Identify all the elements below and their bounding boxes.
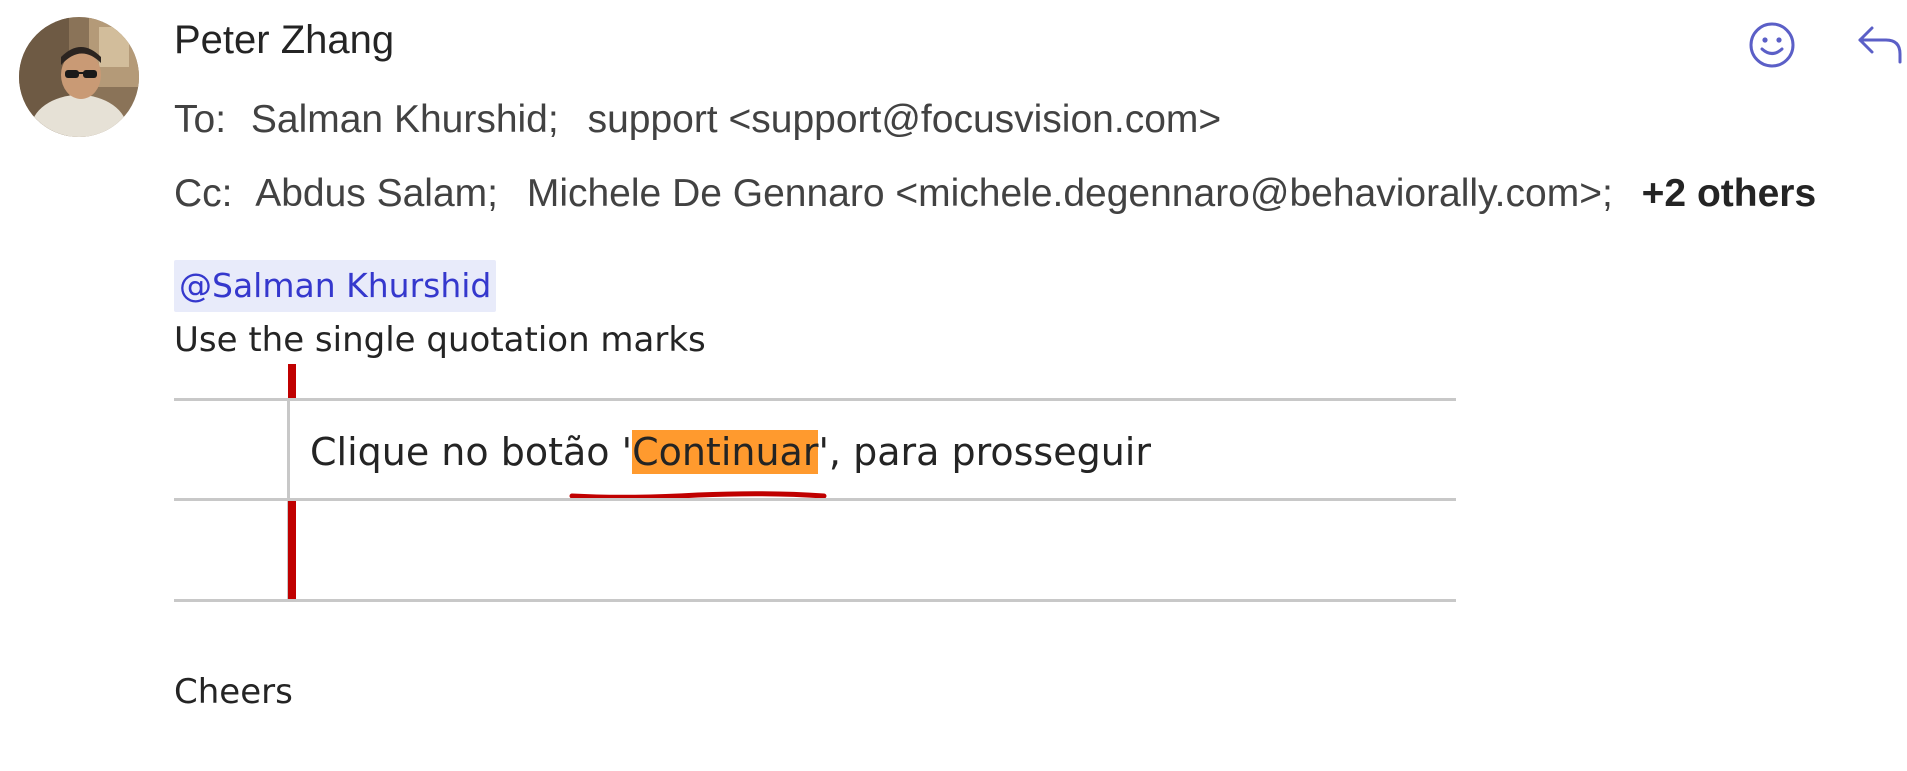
reply-arrow-icon [1858,26,1902,64]
sender-avatar[interactable] [19,17,139,137]
annotation-red-bar-bottom [288,501,296,601]
smiley-icon [1749,22,1795,68]
highlighted-word: Continuar [632,430,819,474]
instruction-text: Use the single quotation marks [174,320,706,360]
table-border-top [174,398,1456,401]
cc-more-recipients-link[interactable]: +2 others [1642,172,1817,215]
to-recipient[interactable]: support <support@focusvision.com> [588,98,1222,141]
signoff-text: Cheers [174,672,293,712]
mention-tag[interactable]: @Salman Khurshid [174,260,497,312]
cc-label: Cc: [174,172,233,215]
sender-name[interactable]: Peter Zhang [174,14,394,66]
to-label: To: [174,98,227,141]
table-cell-text: Clique no botão 'Continuar', para prosse… [310,426,1151,478]
cell-text-after: ', para prosseguir [818,430,1151,474]
annotation-red-bar-top [288,364,296,400]
pasted-text-table: Clique no botão 'Continuar', para prosse… [174,364,1456,602]
table-row-divider [174,498,1456,501]
cc-recipient[interactable]: Abdus Salam; [255,172,498,215]
to-recipients-line: To: Salman Khurshid; support <support@fo… [174,94,1221,146]
cc-recipient[interactable]: Michele De Gennaro <michele.degennaro@be… [527,172,1613,215]
to-recipient[interactable]: Salman Khurshid; [251,98,559,141]
cc-recipients-line: Cc: Abdus Salam; Michele De Gennaro <mic… [174,168,1816,220]
reply-button[interactable] [1852,18,1906,72]
react-button[interactable] [1745,18,1799,72]
table-border-bottom [174,599,1456,602]
avatar-photo [19,17,139,137]
cell-text-before: Clique no botão ' [310,430,633,474]
